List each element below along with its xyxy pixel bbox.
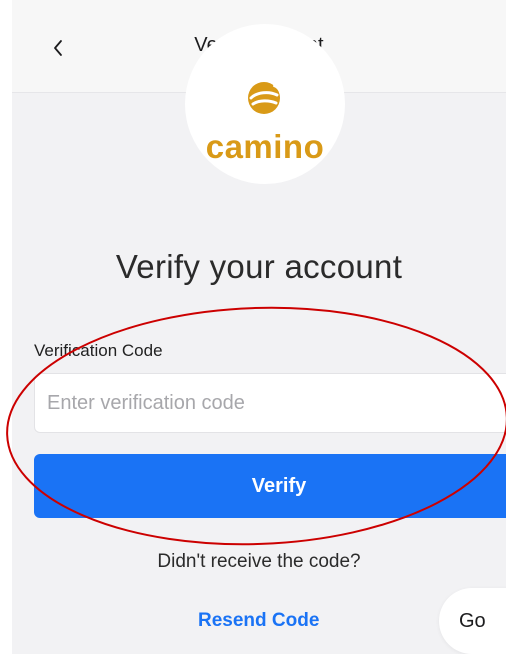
verification-code-input[interactable] xyxy=(34,373,506,433)
keyboard-go-button[interactable]: Go xyxy=(439,588,506,654)
logo-wordmark: camino xyxy=(205,128,325,165)
camino-sun-icon xyxy=(248,82,283,114)
resend-code-link[interactable]: Resend Code xyxy=(198,610,319,632)
app-logo: camino xyxy=(185,24,345,184)
resend-prompt: Didn't receive the code? xyxy=(157,551,361,572)
go-label: Go xyxy=(459,609,486,632)
page-heading: Verify your account xyxy=(115,248,403,285)
verify-account-screen: Verify Account camino Verify your accoun… xyxy=(12,0,506,654)
verify-button[interactable]: Verify xyxy=(34,454,506,518)
verification-code-label: Verification Code xyxy=(34,341,163,360)
